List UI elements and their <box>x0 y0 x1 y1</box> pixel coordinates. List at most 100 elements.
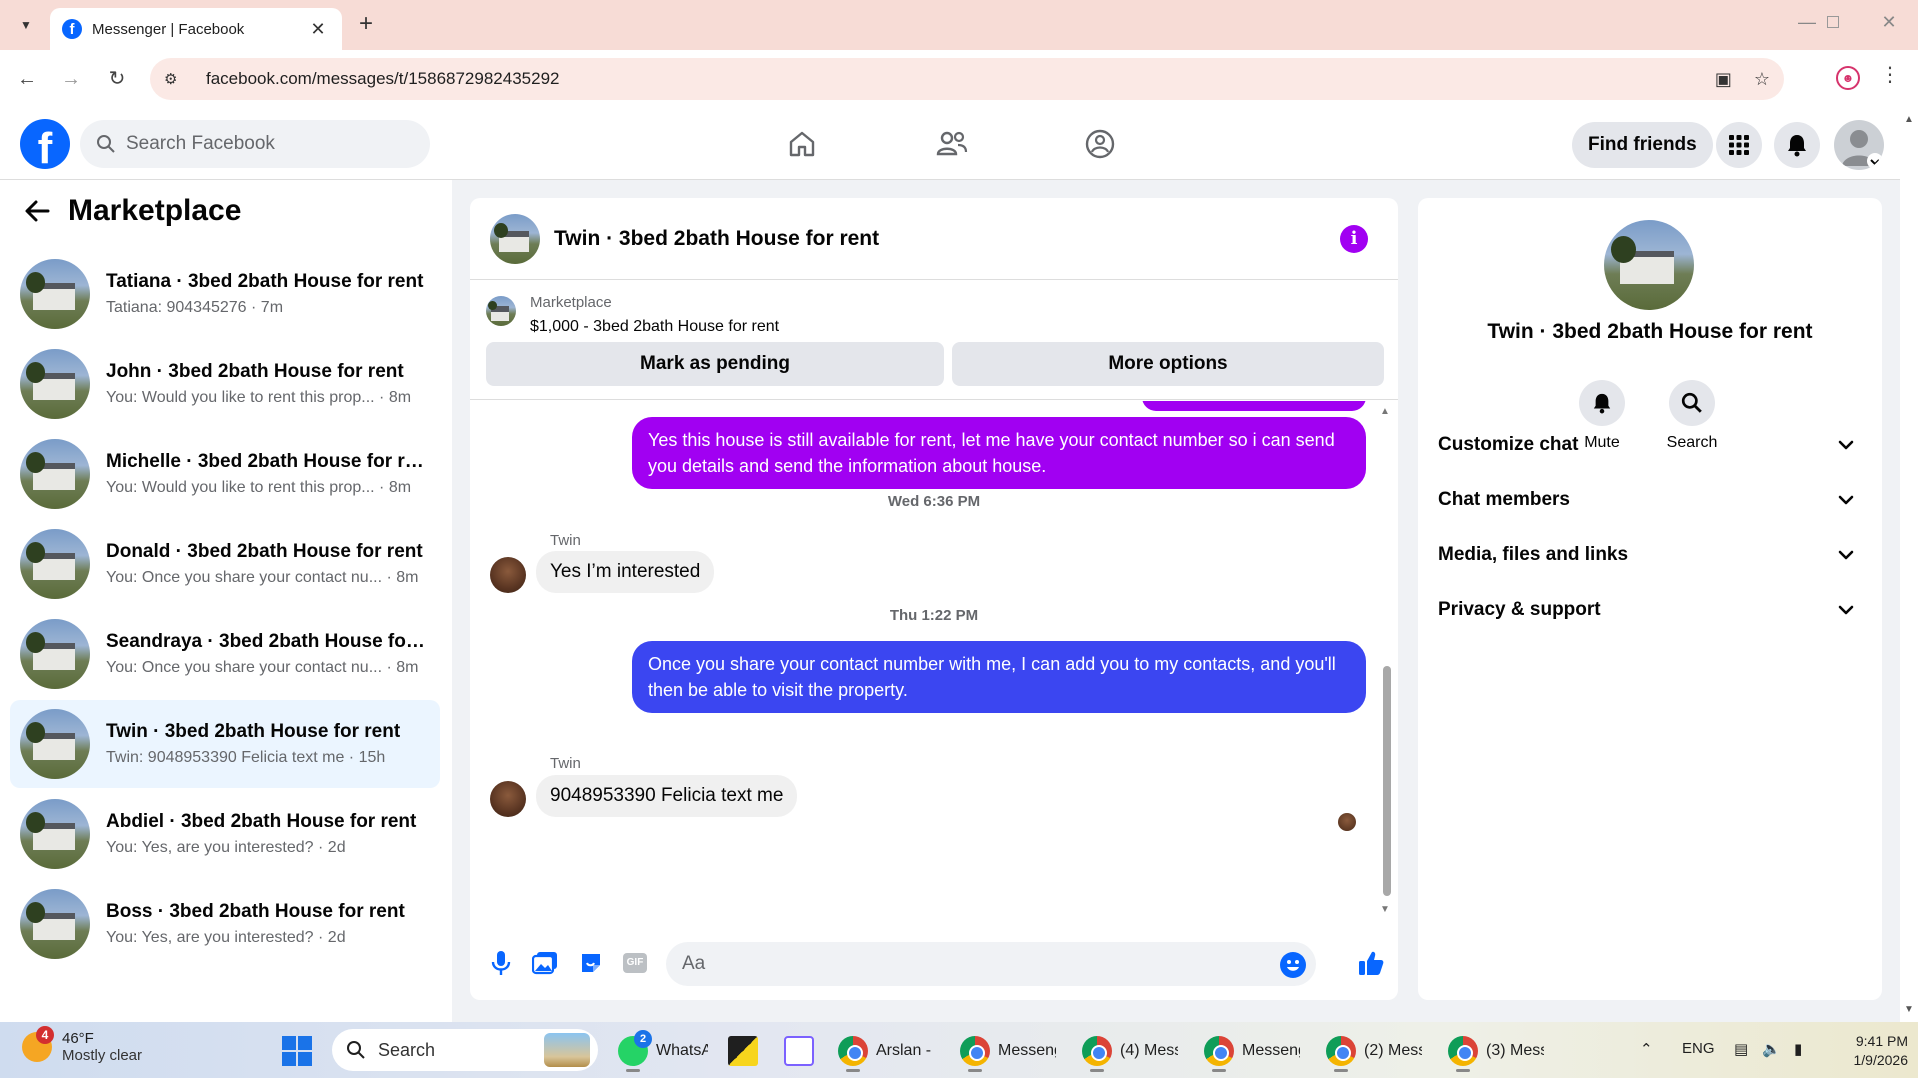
chevron-down-icon[interactable] <box>1838 550 1854 560</box>
message-bubble-incoming[interactable]: 9048953390 Felicia text me <box>536 775 798 817</box>
sender-avatar[interactable] <box>490 781 526 817</box>
mark-as-pending-button[interactable]: Mark as pending <box>486 342 944 386</box>
weather-badge: 4 <box>36 1026 54 1044</box>
scroll-down-icon[interactable]: ▼ <box>1904 1004 1914 1015</box>
more-options-button[interactable]: More options <box>952 342 1384 386</box>
scroll-up-icon[interactable]: ▲ <box>1904 114 1914 125</box>
conversation-info-icon[interactable]: i <box>1340 224 1368 253</box>
message-input[interactable] <box>682 953 1242 975</box>
gif-icon[interactable]: GIF <box>620 948 650 978</box>
chrome-icon <box>1204 1036 1234 1072</box>
message-input-field[interactable] <box>666 942 1316 986</box>
window-restore-icon[interactable] <box>1818 16 1848 28</box>
menu-grid-icon[interactable] <box>1716 122 1762 168</box>
photo-gallery-icon[interactable] <box>530 948 560 978</box>
scroll-up-icon[interactable]: ▲ <box>1380 406 1390 417</box>
back-arrow-icon[interactable] <box>24 199 50 223</box>
new-tab-plus-icon[interactable]: + <box>352 11 380 39</box>
language-indicator[interactable]: ENG <box>1682 1040 1715 1057</box>
chevron-down-icon[interactable] <box>1838 440 1854 450</box>
sticker-icon[interactable] <box>576 948 606 978</box>
snipping-tool-icon[interactable] <box>784 1032 814 1070</box>
friends-icon[interactable] <box>930 122 974 166</box>
conversation-item[interactable]: Seandraya · 3bed 2bath House for ... You:… <box>10 610 440 698</box>
listing-thumbnail[interactable] <box>486 296 516 326</box>
chat-scrollbar[interactable]: ▲ ▼ <box>1380 406 1392 916</box>
tab-close-icon[interactable]: ✕ <box>306 19 330 40</box>
chevron-down-icon[interactable] <box>1838 605 1854 615</box>
bookmark-star-icon[interactable]: ☆ <box>1754 69 1770 90</box>
conversation-item[interactable]: Donald · 3bed 2bath House for rent You: O… <box>10 520 440 608</box>
account-avatar[interactable] <box>1834 120 1884 170</box>
conversation-item[interactable]: Abdiel · 3bed 2bath House for rent You: Y… <box>10 790 440 878</box>
details-section-row[interactable]: Privacy & support <box>1438 585 1862 635</box>
url-text[interactable]: facebook.com/messages/t/1586872982435292 <box>206 69 1693 89</box>
groups-icon[interactable] <box>1078 122 1122 166</box>
weather-sun-icon: 4 <box>22 1026 54 1062</box>
taskbar-app-whatsapp[interactable]: 2 WhatsApp <box>618 1030 708 1072</box>
message-timestamp: Wed 6:36 PM <box>887 493 981 510</box>
conversation-item[interactable]: Twin · 3bed 2bath House for rent Twin: 90… <box>10 700 440 788</box>
message-bubble-partial <box>1142 401 1366 411</box>
taskbar-app-chrome-window[interactable]: (4) Messenger <box>1082 1032 1178 1072</box>
address-bar[interactable]: ⚙ facebook.com/messages/t/15868729824352… <box>150 58 1784 100</box>
volume-icon[interactable]: 🔈 <box>1762 1040 1781 1058</box>
site-info-icon[interactable]: ⚙ <box>164 70 194 88</box>
details-avatar[interactable] <box>1604 220 1694 310</box>
network-icon[interactable]: ▤ <box>1734 1040 1748 1058</box>
taskbar-app-chrome-window[interactable]: Messenger <box>960 1032 1056 1072</box>
details-section-row[interactable]: Media, files and links <box>1438 530 1862 580</box>
browser-menu-icon[interactable]: ⋮ <box>1880 62 1900 87</box>
message-bubble-outgoing[interactable]: Yes this house is still available for re… <box>632 417 1366 489</box>
reload-icon[interactable]: ↻ <box>102 64 132 94</box>
thumbs-up-like-icon[interactable] <box>1356 948 1386 978</box>
system-clock[interactable]: 9:41 PM 1/9/2026 <box>1838 1032 1909 1070</box>
conversation-item[interactable]: Tatiana · 3bed 2bath House for rent Tatia… <box>10 250 440 338</box>
sticky-notes-icon[interactable] <box>728 1032 758 1070</box>
forward-arrow-icon[interactable]: → <box>56 64 86 94</box>
windows-start-icon[interactable] <box>282 1036 312 1066</box>
facebook-search[interactable] <box>80 120 430 168</box>
conversation-avatar <box>20 349 90 419</box>
chevron-down-icon[interactable] <box>1838 495 1854 505</box>
weather-widget[interactable]: 4 46°F Mostly clear <box>22 1026 142 1064</box>
page-title: Marketplace <box>68 194 242 227</box>
conversation-preview: Tatiana: 904345276 · 7m <box>106 299 284 316</box>
chat-title[interactable]: Twin · 3bed 2bath House for rent <box>554 227 1340 251</box>
taskbar-search[interactable]: Search <box>332 1029 598 1071</box>
search-facebook-input[interactable] <box>126 133 386 155</box>
emoji-icon[interactable] <box>1280 952 1306 978</box>
find-friends-button[interactable]: Find friends <box>1572 122 1713 168</box>
chrome-profile-icon[interactable]: ☻ <box>1836 66 1860 90</box>
conversation-item[interactable]: John · 3bed 2bath House for rent You: Wou… <box>10 340 440 428</box>
message-bubble-outgoing[interactable]: Once you share your contact number with … <box>632 641 1366 713</box>
home-icon[interactable] <box>780 122 824 166</box>
chat-avatar[interactable] <box>490 213 540 264</box>
back-arrow-icon[interactable]: ← <box>12 64 42 94</box>
window-close-icon[interactable]: ✕ <box>1874 12 1904 33</box>
taskbar-app-chrome-window[interactable]: (2) Messenger <box>1326 1032 1422 1072</box>
sender-avatar[interactable] <box>490 557 526 593</box>
taskbar-app-chrome-window[interactable]: Arslan - Chrome <box>838 1032 934 1072</box>
browser-tab-messenger[interactable]: f Messenger | Facebook ✕ <box>50 8 342 50</box>
scrollbar-thumb[interactable] <box>1383 666 1391 896</box>
conversation-item[interactable]: Michelle · 3bed 2bath House for re... You… <box>10 430 440 518</box>
taskbar-app-chrome-window[interactable]: Messenger <box>1204 1032 1300 1072</box>
page-scrollbar[interactable]: ▲ ▼ <box>1900 108 1918 1022</box>
chrome-icon <box>1448 1036 1478 1072</box>
message-bubble-incoming[interactable]: Yes I’m interested <box>536 551 715 593</box>
scroll-down-icon[interactable]: ▼ <box>1380 904 1390 915</box>
battery-icon[interactable]: ▮ <box>1794 1040 1802 1058</box>
taskbar-app-chrome-window[interactable]: (3) Messenger <box>1448 1032 1544 1072</box>
install-app-icon[interactable]: ▣ <box>1715 69 1732 90</box>
microphone-icon[interactable] <box>486 948 516 978</box>
details-section-row[interactable]: Customize chat <box>1438 420 1862 470</box>
details-section-row[interactable]: Chat members <box>1438 475 1862 525</box>
tab-search-chevron-icon[interactable]: ▼ <box>10 10 42 40</box>
tray-overflow-chevron-icon[interactable]: ⌃ <box>1640 1040 1653 1058</box>
notifications-bell-icon[interactable] <box>1774 122 1820 168</box>
chrome-icon <box>960 1036 990 1072</box>
conversation-item[interactable]: Boss · 3bed 2bath House for rent You: Yes… <box>10 880 440 968</box>
facebook-logo-icon[interactable]: f <box>20 119 70 169</box>
listing-title[interactable]: $1,000 - 3bed 2bath House for rent <box>530 318 779 336</box>
